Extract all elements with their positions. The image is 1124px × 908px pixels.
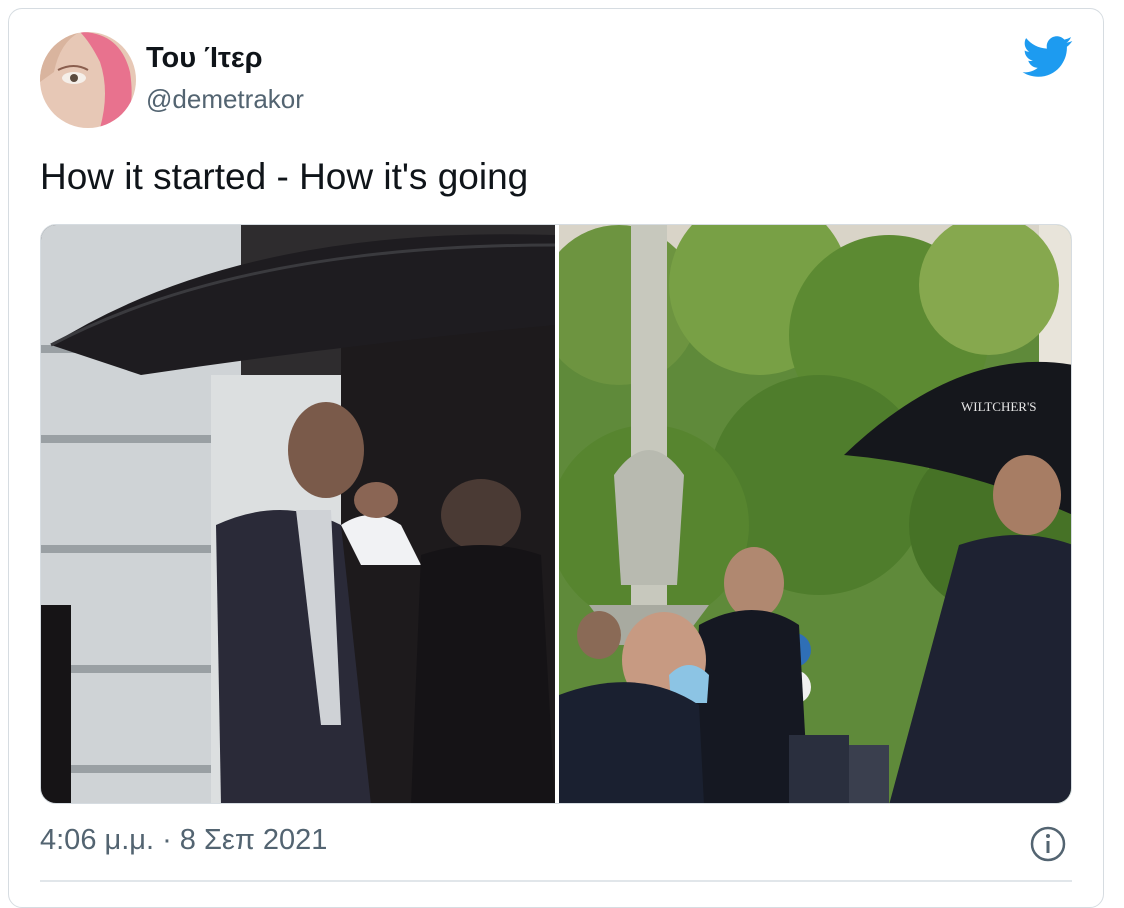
- photo-how-its-going[interactable]: WILTCHER'S: [559, 225, 1071, 803]
- twitter-bird-icon[interactable]: [1022, 36, 1074, 78]
- avatar[interactable]: [40, 32, 136, 128]
- tweet-media[interactable]: WILTCHER'S: [40, 224, 1072, 804]
- tweet-timestamp[interactable]: 4:06 μ.μ. · 8 Σεπ 2021: [40, 824, 327, 857]
- tweet-text: How it started - How it's going: [40, 156, 529, 197]
- photo-how-it-started[interactable]: [41, 225, 555, 803]
- info-icon[interactable]: [1030, 826, 1066, 862]
- divider: [40, 880, 1072, 882]
- display-name[interactable]: Του Ίτερ: [146, 42, 263, 75]
- umbrella-brand-text: WILTCHER'S: [961, 399, 1037, 414]
- user-handle[interactable]: @demetrakor: [146, 84, 304, 115]
